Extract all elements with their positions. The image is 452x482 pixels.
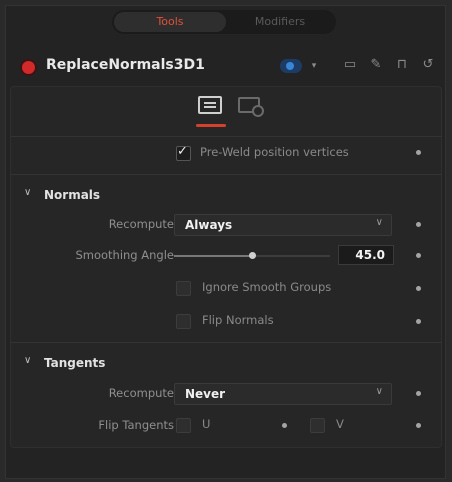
tangents-recompute-row: Recompute Never ∨	[10, 381, 442, 407]
smoothing-angle-row: Smoothing Angle 45.0	[10, 243, 442, 269]
ignore-smooth-groups-label: Ignore Smooth Groups	[202, 280, 332, 294]
flip-tangents-label: Flip Tangents	[98, 418, 174, 432]
node-header: ReplaceNormals3D1 ▾ ▭ ✎ ⊓ ↺	[10, 52, 442, 80]
tangents-recompute-dropdown[interactable]: Never ∨	[174, 383, 392, 405]
flip-tangents-u-label: U	[202, 417, 211, 431]
flip-tangents-v-label: V	[336, 417, 344, 431]
ignore-smooth-groups-checkbox[interactable]	[176, 281, 191, 296]
chevron-down-icon[interactable]: ▾	[306, 58, 322, 74]
animate-dot[interactable]	[416, 319, 421, 324]
tab-tools[interactable]: Tools	[114, 12, 226, 32]
smoothing-angle-label: Smoothing Angle	[75, 248, 174, 262]
settings-page-icon[interactable]	[238, 97, 264, 117]
chevron-down-icon: ∨	[375, 217, 383, 228]
slider-handle[interactable]	[249, 252, 256, 259]
node-enable-toggle[interactable]	[22, 61, 35, 74]
divider	[10, 342, 442, 343]
tangents-recompute-value: Never	[185, 387, 226, 401]
chevron-down-icon: ∨	[24, 355, 32, 366]
flip-tangents-row: Flip Tangents U V	[10, 413, 442, 439]
animate-dot[interactable]	[416, 391, 421, 396]
chevron-down-icon: ∨	[24, 187, 32, 198]
window-icon[interactable]: ▭	[342, 57, 358, 73]
preweld-label: Pre-Weld position vertices	[200, 145, 349, 159]
controls-page-icon[interactable]	[198, 96, 222, 114]
preweld-checkbox[interactable]	[176, 144, 191, 161]
animate-dot[interactable]	[416, 253, 421, 258]
normals-title: Normals	[44, 188, 101, 202]
smoothing-angle-slider[interactable]	[174, 252, 330, 259]
inspector-tabbar: Tools Modifiers	[112, 10, 336, 34]
slider-fill	[174, 255, 252, 257]
tangents-section-header[interactable]: ∨ Tangents	[10, 352, 442, 376]
color-swatch-button[interactable]	[280, 59, 302, 73]
animate-dot[interactable]	[416, 423, 421, 428]
tangents-recompute-label: Recompute	[108, 386, 174, 400]
ignore-smooth-row: Ignore Smooth Groups	[10, 276, 442, 302]
control-page-tabs	[10, 88, 442, 132]
flip-normals-checkbox[interactable]	[176, 314, 191, 329]
normals-recompute-dropdown[interactable]: Always ∨	[174, 214, 392, 236]
animate-dot[interactable]	[416, 222, 421, 227]
smoothing-angle-input[interactable]: 45.0	[338, 245, 394, 265]
normals-recompute-row: Recompute Always ∨	[10, 212, 442, 238]
tab-modifiers[interactable]: Modifiers	[226, 12, 334, 32]
active-page-indicator	[196, 124, 226, 127]
preweld-row: Pre-Weld position vertices	[10, 140, 442, 166]
tangents-title: Tangents	[44, 356, 106, 370]
normals-recompute-value: Always	[185, 218, 233, 232]
flip-normals-label: Flip Normals	[202, 313, 274, 327]
node-name: ReplaceNormals3D1	[46, 57, 205, 73]
normals-recompute-label: Recompute	[108, 217, 174, 231]
lock-icon[interactable]: ⊓	[394, 57, 410, 73]
divider	[10, 174, 442, 175]
chevron-down-icon: ∨	[375, 386, 383, 397]
flip-tangents-v-checkbox[interactable]	[310, 418, 325, 433]
animate-dot[interactable]	[282, 423, 287, 428]
flip-tangents-u-checkbox[interactable]	[176, 418, 191, 433]
pin-icon[interactable]: ✎	[368, 57, 384, 73]
animate-dot[interactable]	[416, 150, 421, 155]
reset-icon[interactable]: ↺	[420, 57, 436, 73]
animate-dot[interactable]	[416, 286, 421, 291]
divider	[10, 136, 442, 137]
flip-normals-row: Flip Normals	[10, 309, 442, 335]
normals-section-header[interactable]: ∨ Normals	[10, 184, 442, 208]
